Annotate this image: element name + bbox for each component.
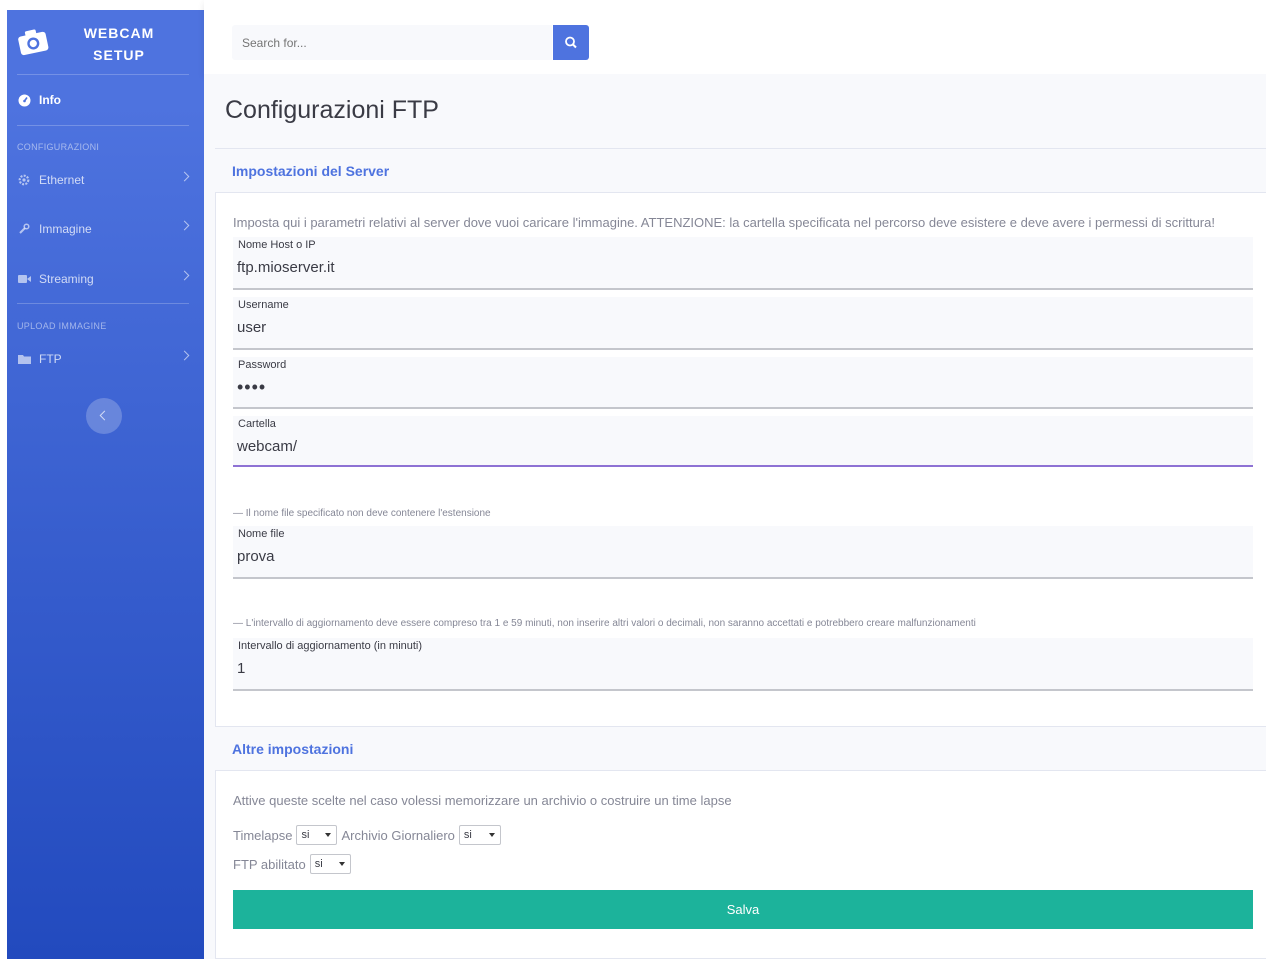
camera-icon (16, 27, 50, 57)
filename-help-text: — Il nome file specificato non deve cont… (233, 508, 491, 519)
brand-title: WEBCAM SETUP (83, 25, 155, 63)
search-button[interactable] (553, 25, 589, 60)
archive-label: Archivio Giornaliero (341, 827, 455, 843)
dashboard-icon (17, 93, 31, 107)
other-card-title: Altre impostazioni (232, 741, 354, 757)
sidebar-item-label: Immagine (39, 222, 92, 236)
host-input[interactable] (237, 255, 1237, 279)
sidebar-item-ethernet[interactable]: Ethernet (17, 165, 194, 195)
timelapse-select[interactable]: si (296, 825, 338, 845)
sidebar-heading: CONFIGURAZIONI (17, 142, 100, 152)
interval-input[interactable] (237, 656, 1237, 680)
chevron-down-icon (338, 862, 345, 866)
archive-select[interactable]: si (458, 825, 501, 845)
topbar (204, 0, 1266, 74)
chevron-down-icon (325, 833, 332, 837)
server-card-title: Impostazioni del Server (232, 163, 390, 179)
filename-label: Nome file (238, 528, 285, 540)
folder-icon (17, 352, 31, 366)
sidebar-item-ftp[interactable]: FTP (17, 344, 194, 374)
password-field[interactable]: Password (233, 357, 1253, 409)
folder-field[interactable]: Cartella (233, 416, 1253, 467)
cog-icon (17, 173, 31, 187)
archive-value: si (463, 829, 472, 841)
username-field[interactable]: Username (233, 297, 1253, 350)
sidebar-divider (17, 125, 189, 126)
options-row: Timelapse si Archivio Giornaliero si (233, 825, 505, 845)
chevron-right-icon (179, 350, 190, 361)
chevron-right-icon (179, 171, 190, 182)
ftp-enabled-select[interactable]: si (309, 854, 351, 874)
filename-input[interactable] (237, 544, 1237, 568)
ftp-enabled-value: si (314, 858, 323, 870)
host-label: Nome Host o IP (238, 239, 316, 251)
filename-field[interactable]: Nome file (233, 526, 1253, 579)
folder-label: Cartella (238, 418, 276, 430)
server-card-header: Impostazioni del Server (215, 148, 1266, 193)
video-icon (17, 272, 31, 286)
password-label: Password (238, 359, 287, 371)
sidebar-brand[interactable]: WEBCAM SETUP (7, 10, 204, 74)
sidebar-item-label: Streaming (39, 272, 94, 286)
other-card-header: Altre impostazioni (215, 726, 1266, 771)
chevron-right-icon (179, 270, 190, 281)
page-title: Configurazioni FTP (225, 96, 439, 124)
sidebar-item-label: Ethernet (39, 173, 85, 187)
sidebar-divider (17, 303, 189, 304)
other-intro-text: Attive queste scelte nel caso volessi me… (233, 793, 732, 808)
host-field[interactable]: Nome Host o IP (233, 237, 1253, 290)
interval-label: Intervallo di aggiornamento (in minuti) (238, 640, 423, 652)
sidebar-item-immagine[interactable]: Immagine (17, 214, 194, 244)
chevron-left-icon (99, 410, 110, 421)
timelapse-label: Timelapse (233, 827, 293, 843)
username-input[interactable] (237, 315, 1237, 339)
interval-help-text: — L'intervallo di aggiornamento deve ess… (233, 618, 976, 629)
folder-input[interactable] (237, 434, 1237, 458)
ftp-enabled-label: FTP abilitato (233, 856, 306, 872)
options-row: FTP abilitato si (233, 854, 355, 874)
search-icon (565, 36, 577, 49)
username-label: Username (238, 299, 289, 311)
sidebar-item-info[interactable]: Info (17, 85, 194, 115)
sidebar-item-streaming[interactable]: Streaming (17, 264, 194, 294)
server-intro-text: Imposta qui i parametri relativi al serv… (233, 215, 1215, 230)
chevron-down-icon (488, 833, 495, 837)
sidebar-item-label: Info (39, 93, 61, 107)
timelapse-value: si (301, 829, 310, 841)
sidebar-item-label: FTP (39, 352, 62, 366)
search-input[interactable] (232, 25, 552, 60)
wrench-icon (17, 222, 31, 236)
password-input[interactable] (237, 375, 1237, 399)
sidebar: WEBCAM SETUP Info CONFIGURAZIONI Etherne… (7, 10, 204, 959)
sidebar-toggle-button[interactable] (86, 398, 122, 434)
sidebar-divider (17, 74, 189, 75)
interval-field[interactable]: Intervallo di aggiornamento (in minuti) (233, 638, 1253, 691)
save-button[interactable]: Salva (233, 890, 1253, 929)
chevron-right-icon (179, 220, 190, 231)
sidebar-heading: UPLOAD IMMAGINE (17, 321, 107, 331)
